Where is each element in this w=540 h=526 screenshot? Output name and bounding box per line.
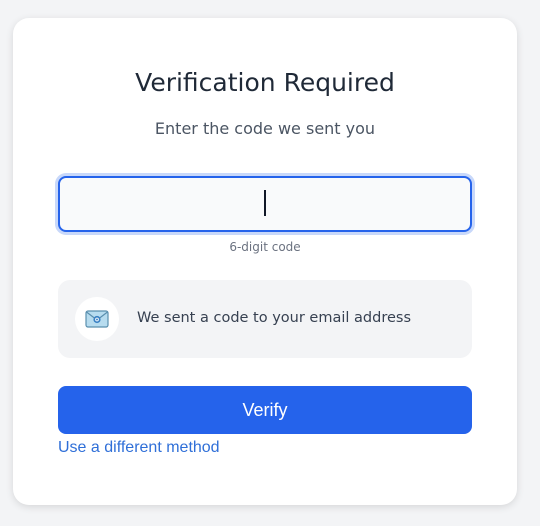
verify-button[interactable]: Verify [58, 386, 472, 434]
use-different-method-link[interactable]: Use a different method [58, 439, 220, 457]
info-text: We sent a code to your email address [137, 310, 411, 326]
page-title: Verification Required [135, 68, 395, 97]
verification-card: Verification Required Enter the code we … [13, 18, 517, 505]
text-caret [264, 190, 266, 216]
info-box: We sent a code to your email address [58, 280, 472, 358]
code-hint: 6-digit code [229, 240, 301, 254]
page-subtitle: Enter the code we sent you [154, 119, 376, 138]
envelope-icon [75, 297, 119, 341]
